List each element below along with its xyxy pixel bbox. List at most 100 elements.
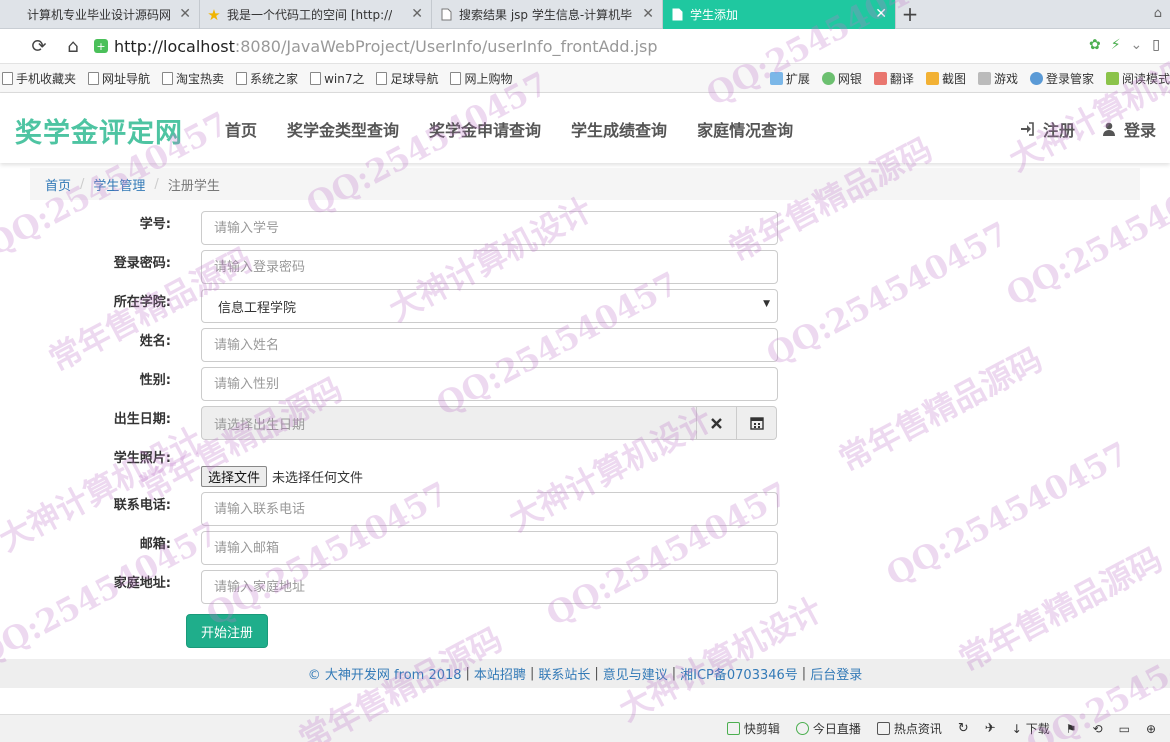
status-zoom-icon[interactable]: ⊕ [1146, 722, 1156, 736]
browser-tab-1[interactable]: 计算机专业毕业设计源码网 ✕ [0, 0, 200, 29]
status-news[interactable]: 热点资讯 [876, 720, 942, 737]
menu-item-family-info[interactable]: 家庭情况查询 [697, 117, 793, 141]
gender-input[interactable] [201, 367, 778, 401]
browser-tab-2[interactable]: ★ 我是一个代码工的空间 [http:// ✕ [200, 0, 432, 29]
tab-title: 我是一个代码工的空间 [http:// [227, 8, 393, 22]
refresh-icon[interactable]: ⟳ [22, 29, 56, 64]
status-label: 热点资讯 [893, 722, 942, 736]
bookmark-item[interactable]: 手机收藏夹 [2, 70, 76, 87]
site-brand[interactable]: 奖学金评定网 [15, 111, 183, 150]
footer-link-admin-login[interactable]: 后台登录 [810, 664, 862, 683]
footer-divider: | [801, 666, 807, 681]
bookmark-label: 网址导航 [102, 71, 151, 86]
status-refresh-icon[interactable]: ⟲ [1093, 722, 1103, 736]
college-select[interactable]: 信息工程学院 ▼ [201, 289, 778, 323]
status-window-icon[interactable]: ▭ [1119, 722, 1130, 736]
file-status: 未选择任何文件 [272, 471, 364, 486]
url-host: http://localhost [114, 36, 235, 56]
password-input[interactable] [201, 250, 778, 284]
page-icon [376, 71, 388, 85]
bookmark-item[interactable]: 淘宝热卖 [162, 70, 224, 87]
bookmark-item[interactable]: 系统之家 [236, 70, 298, 87]
bookmarks-bar: 手机收藏夹 网址导航 淘宝热卖 系统之家 win7之 足球导航 网上购物 扩展 … [0, 64, 1170, 93]
form-row-student-no: 学号: [0, 211, 1170, 245]
page-icon [438, 7, 454, 23]
reader-mode-tool[interactable]: 阅读模式 [1105, 70, 1170, 87]
close-icon[interactable]: ✕ [179, 6, 191, 22]
bookmark-label: win7之 [324, 71, 365, 86]
name-input[interactable] [201, 328, 778, 362]
games-tool[interactable]: 游戏 [977, 70, 1018, 87]
home-icon[interactable]: ⌂ [56, 29, 90, 64]
register-link[interactable]: 注册 [1020, 117, 1075, 141]
bookmark-item[interactable]: win7之 [310, 70, 364, 87]
status-download[interactable]: ↓ 下载 [1012, 720, 1050, 737]
birthday-label: 出生日期: [113, 412, 171, 427]
footer-link-jobs[interactable]: 本站招聘 [474, 664, 526, 683]
translate-tool[interactable]: 翻译 [873, 70, 914, 87]
watermark-text: 大神计算机设计 [612, 590, 829, 729]
bank-tool[interactable]: 网银 [821, 70, 862, 87]
lightning-icon[interactable]: ⚡ [1111, 37, 1121, 53]
breadcrumb-student-management[interactable]: 学生管理 [93, 175, 145, 194]
page-footer: © 大神开发网 from 2018 | 本站招聘 | 联系站长 | 意见与建议 … [0, 659, 1170, 688]
status-quick-clip[interactable]: 快剪辑 [726, 720, 780, 737]
tool-label: 截图 [941, 72, 966, 86]
translate-icon [873, 72, 887, 85]
student-no-input[interactable] [201, 211, 778, 245]
form-row-name: 姓名: [0, 328, 1170, 362]
breadcrumb-separator: / [154, 176, 159, 192]
status-pin-icon[interactable]: ✈ [985, 721, 996, 736]
user-icon [1102, 122, 1115, 136]
close-icon[interactable]: ✕ [642, 6, 654, 22]
bookmark-item[interactable]: 足球导航 [376, 70, 438, 87]
college-label: 所在学院: [113, 295, 171, 310]
chevron-down-icon[interactable]: ⌄ [1131, 37, 1143, 53]
birthday-input[interactable]: 请选择出生日期 [201, 406, 698, 440]
footer-link-contact[interactable]: 联系站长 [538, 664, 590, 683]
speed-icon[interactable]: ✿ [1089, 37, 1101, 53]
new-tab-button[interactable]: + [896, 0, 924, 28]
photo-file-picker: 选择文件 未选择任何文件 [201, 466, 363, 487]
login-manager-tool[interactable]: 登录管家 [1029, 70, 1094, 87]
close-icon[interactable]: ✕ [411, 6, 423, 22]
menu-item-scholarship-applications[interactable]: 奖学金申请查询 [429, 117, 541, 141]
menu-item-scholarship-types[interactable]: 奖学金类型查询 [287, 117, 399, 141]
menu-item-student-scores[interactable]: 学生成绩查询 [571, 117, 667, 141]
bookmark-item[interactable]: 网址导航 [88, 70, 150, 87]
email-input[interactable] [201, 531, 778, 565]
extensions-tool[interactable]: 扩展 [769, 70, 810, 87]
form-row-phone: 联系电话: [0, 492, 1170, 526]
address-input[interactable] [201, 570, 778, 604]
phone-icon [2, 71, 13, 85]
close-icon[interactable]: ✕ [875, 6, 887, 22]
calendar-button[interactable] [737, 406, 777, 440]
status-flag-icon[interactable]: ⚑ [1066, 722, 1077, 736]
footer-link-icp[interactable]: 湘ICP备0703346号 [680, 664, 798, 683]
phone-input[interactable] [201, 492, 778, 526]
phone-icon[interactable]: ▯ [1152, 37, 1160, 53]
form-row-password: 登录密码: [0, 250, 1170, 284]
tab-title: 学生添加 [690, 8, 739, 22]
bookmark-label: 网上购物 [464, 71, 513, 86]
clear-date-button[interactable] [697, 406, 738, 440]
close-icon [711, 417, 722, 429]
menu-item-home[interactable]: 首页 [225, 117, 257, 141]
news-icon [876, 722, 890, 735]
screenshot-tool[interactable]: 截图 [925, 70, 966, 87]
choose-file-button[interactable]: 选择文件 [201, 466, 268, 487]
footer-divider: | [594, 666, 599, 681]
grid-icon [769, 72, 783, 85]
status-history-icon[interactable]: ↻ [958, 721, 969, 736]
browser-tab-3[interactable]: 搜索结果 jsp 学生信息-计算机毕 ✕ [432, 0, 663, 29]
login-link[interactable]: 登录 [1102, 117, 1156, 141]
submit-register-button[interactable]: 开始注册 [186, 614, 268, 648]
bookmark-item[interactable]: 网上购物 [450, 70, 512, 87]
url-field[interactable]: + http://localhost :8080/JavaWebProject/… [94, 37, 658, 56]
tab-menu-icon[interactable]: ⌂ [1154, 6, 1162, 21]
status-live[interactable]: 今日直播 [795, 720, 861, 737]
browser-tab-4[interactable]: 学生添加 ✕ [663, 0, 896, 29]
breadcrumb-home[interactable]: 首页 [45, 175, 71, 194]
status-label: 今日直播 [812, 722, 861, 736]
footer-link-feedback[interactable]: 意见与建议 [603, 664, 668, 683]
